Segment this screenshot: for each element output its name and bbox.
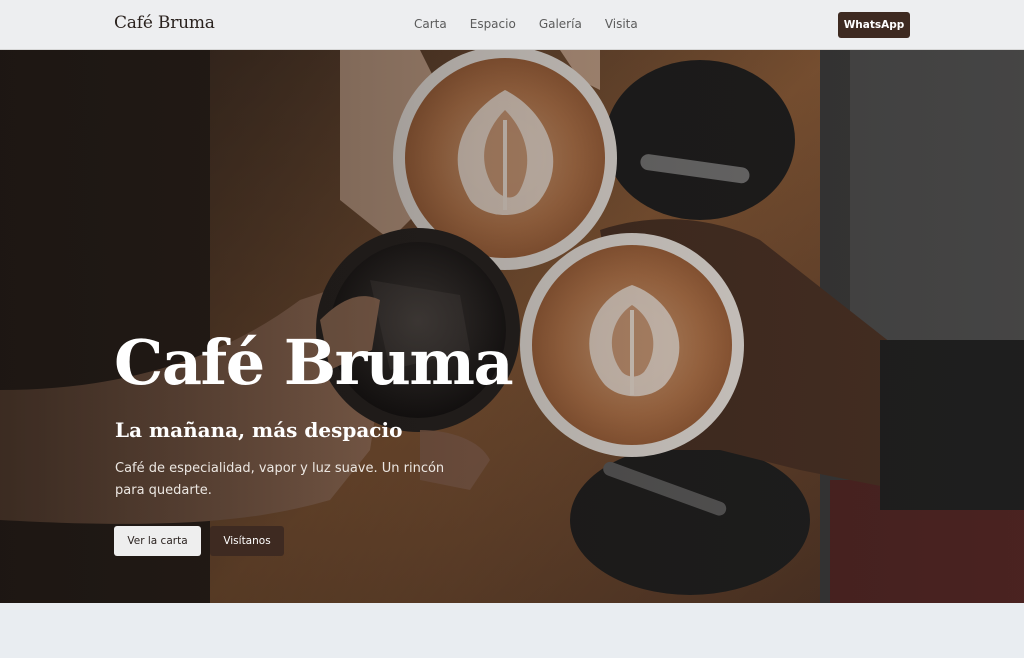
view-menu-button[interactable]: Ver la carta <box>114 526 201 556</box>
hero-section: Café Bruma La mañana, más despacio Café … <box>0 50 1024 603</box>
visit-us-button[interactable]: Visítanos <box>210 526 284 556</box>
hero-title: Café Bruma <box>114 326 514 399</box>
hero-subtitle: La mañana, más despacio <box>115 418 403 442</box>
nav-link-visita[interactable]: Visita <box>605 17 638 31</box>
site-header: Café Bruma Carta Espacio Galería Visita … <box>0 0 1024 50</box>
hero-description: Café de especialidad, vapor y luz suave.… <box>115 461 445 498</box>
brand-logo[interactable]: Café Bruma <box>114 13 215 33</box>
nav-link-espacio[interactable]: Espacio <box>470 17 516 31</box>
main-nav: Carta Espacio Galería Visita <box>414 17 638 31</box>
nav-link-carta[interactable]: Carta <box>414 17 447 31</box>
whatsapp-button[interactable]: WhatsApp <box>838 12 910 38</box>
nav-link-galeria[interactable]: Galería <box>539 17 582 31</box>
next-section-background <box>0 603 1024 658</box>
